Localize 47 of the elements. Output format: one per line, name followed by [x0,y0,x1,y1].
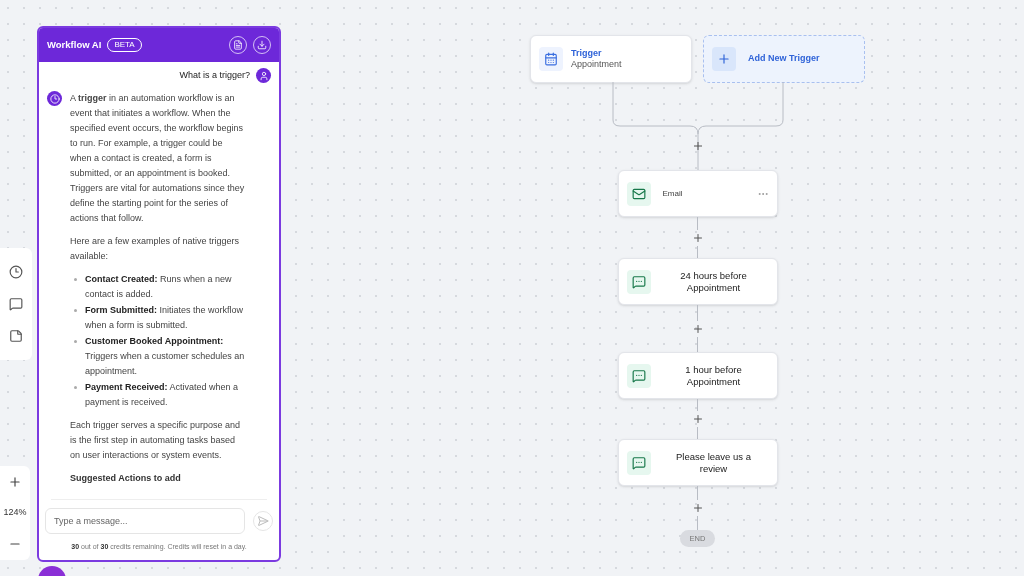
trigger-subtitle: Appointment [571,59,622,71]
step-label: 1 hour before Appointment [684,363,743,388]
sms-step-card[interactable]: 24 hours before Appointment [617,258,778,305]
sms-step-card[interactable]: Please leave us a review [617,439,778,486]
bullet-icon [74,309,77,312]
add-trigger-button[interactable]: Add New Trigger [703,35,865,83]
bullet-icon [74,278,77,281]
suggested-actions-heading: Suggested Actions to add [70,472,182,485]
user-avatar-icon [256,68,271,83]
trigger-card[interactable]: Trigger Appointment [530,35,692,83]
history-icon[interactable] [9,265,23,279]
chat-bubble-icon [626,450,651,475]
step-label: Email [662,187,684,200]
trigger-example: Payment Received: Activated when a payment is received. [85,381,240,409]
reply-paragraph: Here are a few examples of native triggers available: [70,235,241,263]
step-label: 24 hours before Appointment [679,269,748,294]
bullet-icon [74,386,77,389]
chat-bubble-icon [626,363,651,388]
email-step-card[interactable]: Email [617,170,778,217]
comment-icon[interactable] [9,297,23,311]
zoom-level: 124% [3,506,27,520]
message-input[interactable]: Type a message... [45,507,245,534]
user-message: What is a trigger? [179,69,250,82]
send-icon [257,514,269,527]
note-icon[interactable] [9,329,23,343]
sms-step-card[interactable]: 1 hour before Appointment [617,352,778,399]
calendar-icon [539,47,563,71]
bullet-icon [74,340,77,343]
reply-paragraph: Each trigger serves a specific purpose and is the first step in automating tasks based on user interactions or system events. [70,419,242,462]
chat-title: Workflow AI [47,37,102,52]
add-step-icon[interactable] [691,322,704,335]
add-step-icon[interactable] [691,502,704,514]
document-icon [233,40,243,50]
chat-bubble-icon [626,269,651,294]
plus-icon [712,47,736,71]
download-icon [257,40,267,50]
trigger-title: Trigger [571,47,603,59]
add-step-icon[interactable] [691,413,704,425]
trigger-example: Form Submitted: Initiates the workflow when a form is submitted. [85,304,245,332]
reply-paragraph: A trigger in an automation workflow is an event that initiates a workflow. When the specified event occurs, the workflow begins to run. For example, a trigger could be when a contact is created, a form is submitted, or an appointment is booked. Triggers are vital for automations since they define the starting point for the series of actions that follow. [70,92,246,225]
step-label: Please leave us a review [675,450,752,475]
envelope-icon [626,181,651,206]
trigger-example: Contact Created: Runs when a new contact is added. [85,273,233,301]
trigger-example: Customer Booked Appointment: Triggers when a customer schedules an appointment. [85,335,246,378]
add-step-icon[interactable] [691,231,704,244]
zoom-in-icon[interactable] [8,474,22,489]
assistant-avatar-icon [47,91,62,106]
